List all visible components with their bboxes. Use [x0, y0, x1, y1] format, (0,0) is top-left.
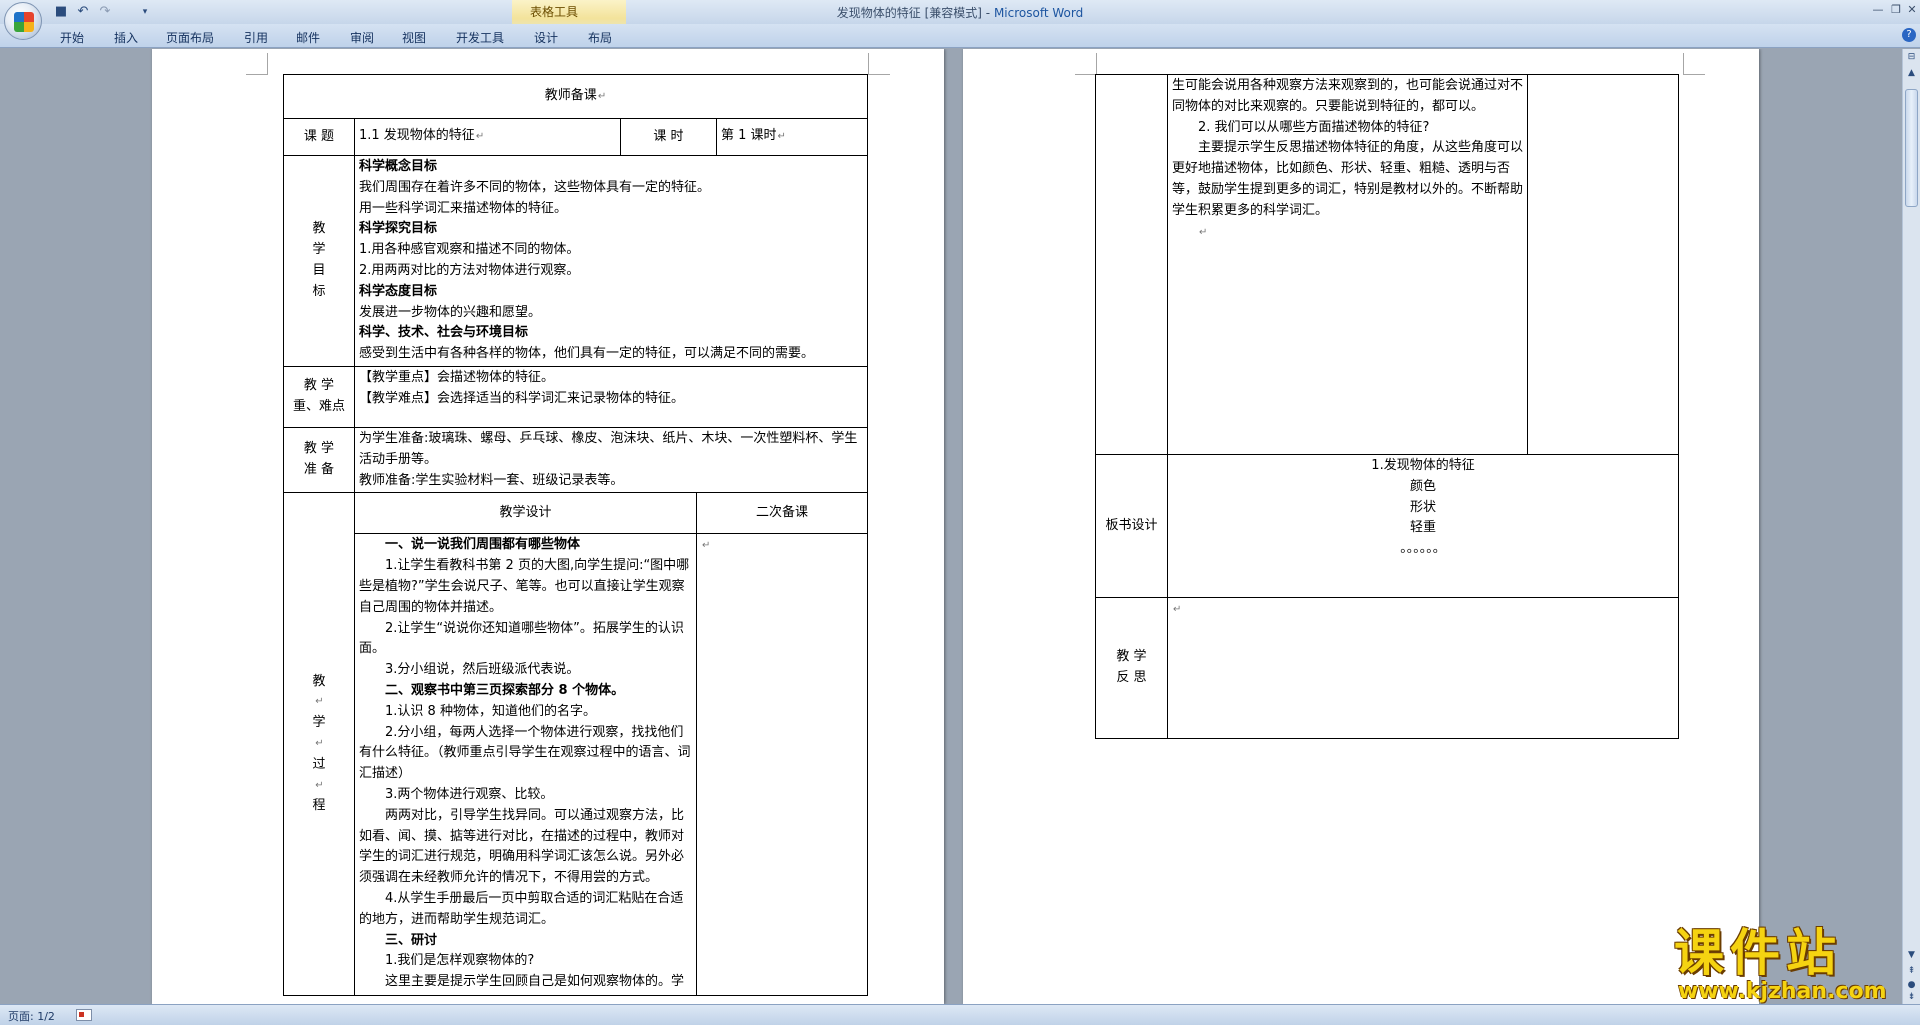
process-line: 三、研讨	[385, 932, 438, 948]
prep-line: 教师准备:学生实验材料一套、班级记录表等。	[359, 472, 624, 488]
lesson-plan-table: 教师备课↵ 课 题 1.1 发现物体的特征↵ 课 时 第 1 课时↵ 教 学 目…	[282, 74, 869, 997]
process-line: 4.从学生手册最后一页中剪取合适的词汇粘贴在合适的地方，进而帮助学生规范词汇。	[359, 890, 684, 927]
board-label: 板书设计	[1095, 454, 1168, 598]
goal-line: 我们周围存在着许多不同的物体，这些物体具有一定的特征。	[359, 179, 711, 195]
process-line: 3.两个物体进行观察、比较。	[385, 786, 554, 802]
process-line: 生可能会说用各种观察方法来观察到的，也可能会说通过对不同物体的对比来观察的。只要…	[1172, 78, 1524, 114]
prev-page-icon[interactable]: ⇞	[1905, 965, 1918, 978]
process-line: 3.分小组说，然后班级派代表说。	[385, 662, 580, 678]
board-line: 形状	[1409, 499, 1436, 515]
reflect-content[interactable]: ↵	[1167, 597, 1679, 739]
vertical-scrollbar[interactable]: ⊟ ▲ ▼ ⇞ ● ⇟	[1902, 49, 1920, 1004]
second-prep-content-cont[interactable]	[1527, 74, 1679, 455]
status-bar: 页面: 1/2	[0, 1004, 1920, 1025]
hours-value: 第 1 课时↵	[715, 118, 869, 156]
goal-line: 2.用两两对比的方法对物体进行观察。	[359, 262, 580, 278]
process-line: 一、说一说我们周围都有哪些物体	[385, 537, 581, 553]
ribbon-tabs: 开始 插入 页面布局 引用 邮件 审阅 视图 开发工具 设计 布局	[0, 24, 1920, 48]
process-line: 1.我们是怎样观察物体的?	[385, 953, 535, 969]
reflect-label: 教 学 反 思	[1095, 597, 1168, 739]
goals-content: 科学概念目标 我们周围存在着许多不同的物体，这些物体具有一定的特征。 用一些科学…	[353, 155, 869, 367]
process-line: 1.认识 8 种物体，知道他们的名字。	[385, 703, 596, 719]
keypoint-line: 【教学难点】会选择适当的科学词汇来记录物体的特征。	[359, 390, 685, 406]
keypoint-line: 【教学重点】会描述物体的特征。	[359, 369, 555, 385]
board-line: 。。。。。。	[1400, 541, 1446, 557]
tab-home[interactable]: 开始	[60, 29, 84, 46]
crop-mark	[246, 53, 268, 75]
watermark-url: www.kjzhan.com	[1678, 979, 1887, 1004]
doc-title: 教师备课↵	[282, 74, 869, 119]
process-line: 2. 我们可以从哪些方面描述物体的特征?	[1198, 119, 1430, 135]
design-content: 一、说一说我们周围都有哪些物体 1.让学生看教科书第 2 页的大图,向学生提问:…	[354, 533, 697, 997]
second-prep-content[interactable]: ↵	[695, 533, 869, 997]
board-content: 1.发现物体的特征 颜色 形状 轻重 。。。。。。	[1167, 454, 1679, 598]
keypoints-content: 【教学重点】会描述物体的特征。 【教学难点】会选择适当的科学词汇来记录物体的特征…	[353, 365, 869, 428]
process-label-cont	[1095, 74, 1168, 455]
minimize-icon[interactable]: —	[1868, 2, 1888, 18]
scroll-up-icon[interactable]: ▲	[1905, 67, 1918, 80]
process-line: 2.分小组，每两人选择一个物体进行观察，找找他们有什么特征。（教师重点引导学生在…	[359, 724, 691, 782]
tab-design[interactable]: 设计	[534, 29, 558, 46]
crop-mark	[868, 53, 890, 75]
prep-label: 教 学 准 备	[283, 426, 355, 494]
scroll-thumb[interactable]	[1905, 89, 1918, 207]
tab-insert[interactable]: 插入	[114, 29, 138, 46]
tab-view[interactable]: 视图	[402, 29, 426, 46]
lesson-plan-table-continued: 生可能会说用各种观察方法来观察到的，也可能会说通过对不同物体的对比来观察的。只要…	[1095, 74, 1679, 739]
tab-page-layout[interactable]: 页面布局	[166, 29, 214, 46]
watermark-logo-text: 课件站	[1674, 924, 1842, 982]
tab-review[interactable]: 审阅	[350, 29, 374, 46]
board-line: 颜色	[1409, 478, 1436, 494]
process-label: 教 ↵ 学 ↵ 过 ↵ 程	[283, 492, 355, 997]
crop-mark	[1683, 53, 1705, 75]
process-line: 主要提示学生反思描述物体特征的角度，从这些角度可以更好地描述物体，比如颜色、形状…	[1172, 140, 1524, 218]
crop-mark	[1075, 53, 1097, 75]
goal-line: 1.用各种感官观察和描述不同的物体。	[359, 242, 580, 258]
site-watermark: 课件站 www.kjzhan.com	[1660, 924, 1900, 1004]
hours-label: 课 时	[620, 118, 717, 156]
office-logo-icon	[14, 12, 34, 32]
goals-label: 教 学 目 标	[283, 155, 355, 367]
keypoints-label: 教 学 重、难点	[283, 365, 355, 428]
tab-layout[interactable]: 布局	[588, 29, 612, 46]
goal-line: 科学、技术、社会与环境目标	[359, 325, 529, 341]
process-line: 二、观察书中第三页探索部分 8 个物体。	[385, 682, 625, 698]
office-button[interactable]	[4, 2, 42, 40]
design-content-cont: 生可能会说用各种观察方法来观察到的，也可能会说通过对不同物体的对比来观察的。只要…	[1167, 74, 1528, 455]
goal-line: 科学探究目标	[359, 221, 438, 237]
prep-content: 为学生准备:玻璃珠、螺母、乒乓球、橡皮、泡沫块、纸片、木块、一次性塑料杯、学生活…	[353, 426, 869, 494]
tab-developer[interactable]: 开发工具	[456, 29, 504, 46]
close-icon[interactable]: ✕	[1902, 2, 1920, 18]
goal-line: 用一些科学词汇来描述物体的特征。	[359, 200, 568, 216]
process-line: 两两对比，引导学生找异同。可以通过观察方法，比如看、闻、摸、掂等进行对比，在描述…	[359, 807, 685, 886]
title-bar: ■ ↶ ↷ ▾ 表格工具 发现物体的特征 [兼容模式] - Microsoft …	[0, 0, 1920, 46]
board-line: 1.发现物体的特征	[1371, 458, 1475, 473]
goal-line: 发展进一步物体的兴趣和愿望。	[359, 304, 542, 320]
goal-line: 科学概念目标	[359, 159, 438, 174]
process-line: 1.让学生看教科书第 2 页的大图,向学生提问:“图中哪些是植物?”学生会说尺子…	[359, 558, 690, 615]
topic-value: 1.1 发现物体的特征↵	[354, 118, 621, 156]
goal-line: 科学态度目标	[359, 283, 438, 299]
board-line: 轻重	[1409, 520, 1436, 536]
prep-line: 为学生准备:玻璃珠、螺母、乒乓球、橡皮、泡沫块、纸片、木块、一次性塑料杯、学生活…	[359, 430, 858, 467]
process-line: 2.让学生“说说你还知道哪些物体”。拓展学生的认识面。	[359, 620, 684, 657]
scroll-down-icon[interactable]: ▼	[1905, 949, 1918, 962]
tab-references[interactable]: 引用	[244, 29, 268, 46]
proofing-icon[interactable]	[76, 1009, 92, 1021]
goal-line: 感受到生活中有各种各样的物体，他们具有一定的特征，可以满足不同的需要。	[359, 346, 815, 362]
second-prep-header: 二次备课	[695, 492, 869, 535]
page-indicator[interactable]: 页面: 1/2	[8, 1008, 55, 1024]
window-title: 发现物体的特征 [兼容模式] - Microsoft Word	[836, 6, 1084, 20]
next-page-icon[interactable]: ⇟	[1905, 991, 1918, 1004]
tab-mailings[interactable]: 邮件	[296, 29, 320, 46]
design-header: 教学设计	[354, 492, 697, 535]
process-line: 这里主要是提示学生回顾自己是如何观察物体的。学	[385, 974, 685, 990]
topic-label: 课 题	[283, 118, 355, 156]
ruler-toggle-icon[interactable]: ⊟	[1905, 51, 1918, 64]
help-icon[interactable]: ?	[1902, 28, 1916, 42]
